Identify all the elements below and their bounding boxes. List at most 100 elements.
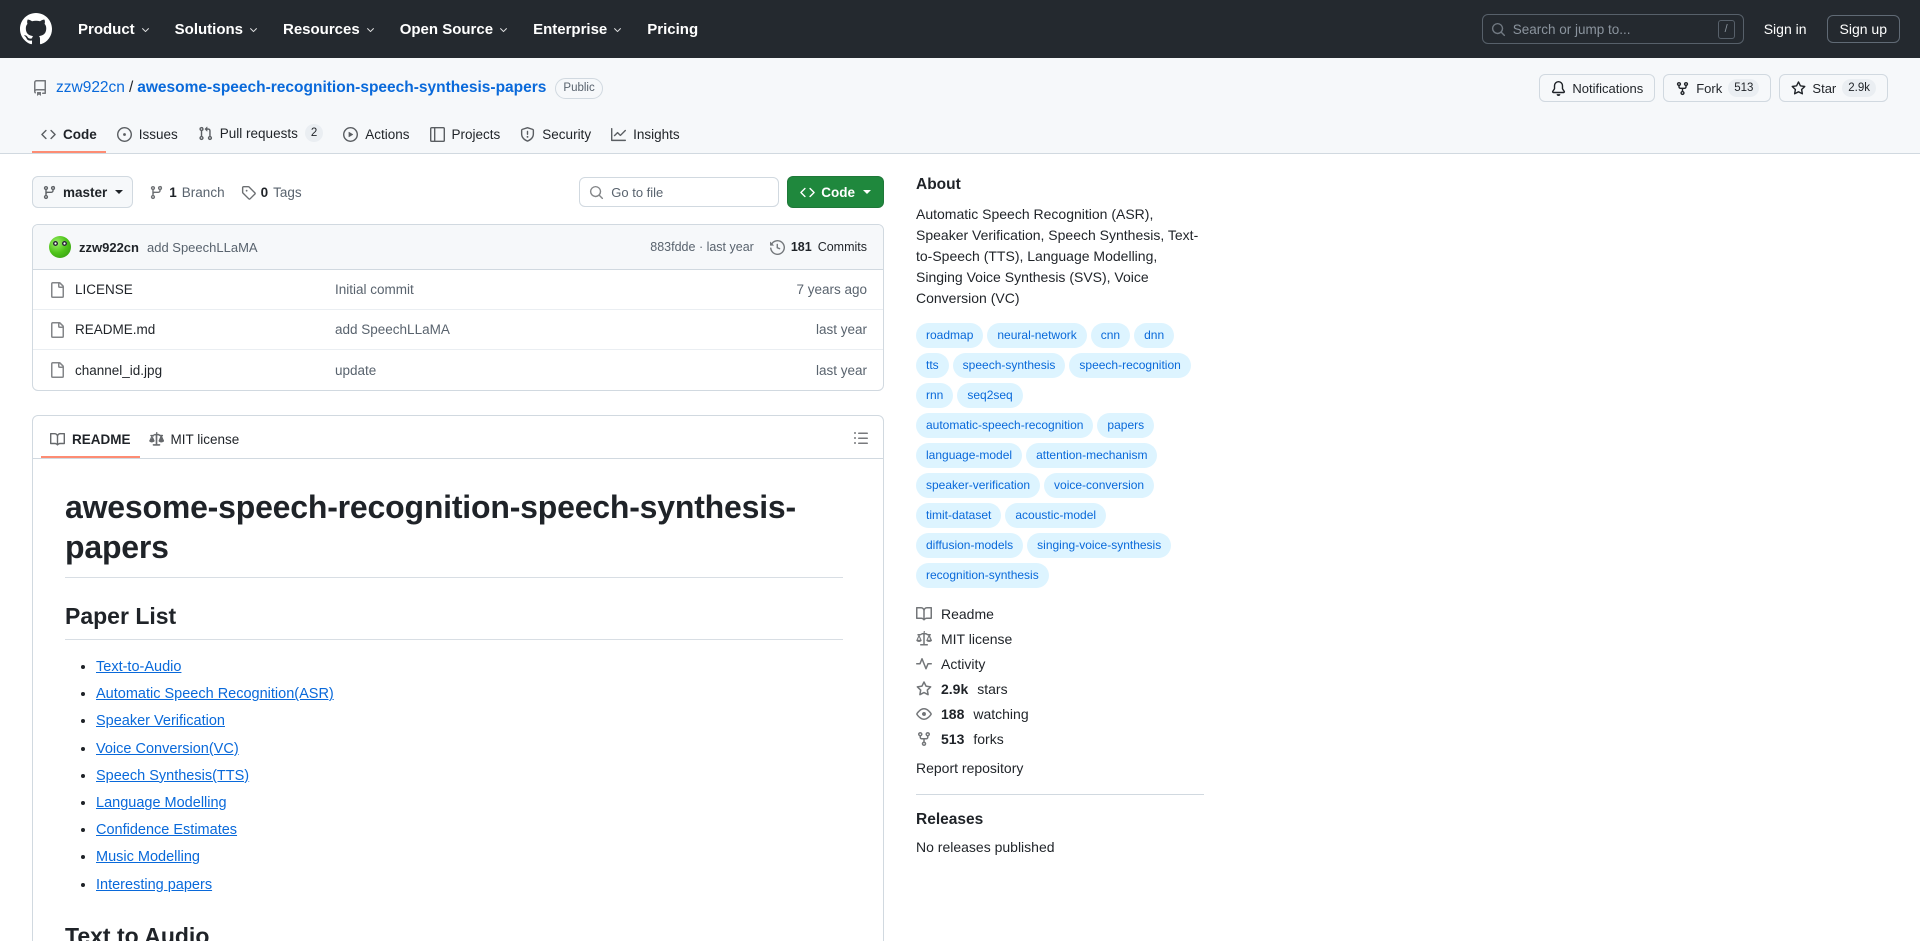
file-name[interactable]: README.md [75,322,335,337]
sidebar-item-license[interactable]: MIT license [916,631,1204,647]
report-repository-link[interactable]: Report repository [916,760,1204,776]
search-input[interactable]: Search or jump to... / [1481,14,1744,44]
paper-link[interactable]: Confidence Estimates [96,822,237,838]
topic-tag[interactable]: rnn [916,383,954,408]
tags-label: Tags [273,184,302,200]
file-name[interactable]: LICENSE [75,282,335,297]
topic-tag[interactable]: speech-recognition [1069,353,1191,378]
tab-mit-license[interactable]: MIT license [140,425,249,458]
nav-item-product[interactable]: Product [66,15,163,44]
tab-label: Projects [451,127,501,142]
paper-link[interactable]: Text-to-Audio [96,659,181,675]
tab-insights[interactable]: Insights [602,119,689,153]
list-item: Voice Conversion(VC) [96,738,843,761]
tab-security[interactable]: Security [511,119,600,153]
topic-tag[interactable]: singing-voice-synthesis [1027,533,1172,558]
topic-tag[interactable]: attention-mechanism [1026,443,1158,468]
paper-link[interactable]: Music Modelling [96,849,200,865]
forks-count: 513 [941,731,965,747]
table-row[interactable]: channel_id.jpg update last year [33,350,883,390]
paper-link[interactable]: Automatic Speech Recognition(ASR) [96,686,334,702]
tab-pull-requests[interactable]: Pull requests 2 [189,116,332,153]
file-commit-time: last year [815,322,867,337]
topic-tag[interactable]: automatic-speech-recognition [916,413,1094,438]
tab-readme[interactable]: README [41,425,140,458]
sidebar-item-label: Activity [941,656,986,672]
tab-code[interactable]: Code [32,119,106,153]
topic-tag[interactable]: acoustic-model [1005,503,1107,528]
paper-link[interactable]: Voice Conversion(VC) [96,741,239,757]
file-commit-message[interactable]: Initial commit [335,282,796,297]
topic-tag[interactable]: diffusion-models [916,533,1024,558]
topic-tag[interactable]: seq2seq [957,383,1023,408]
tags-link[interactable]: 0 Tags [241,185,302,200]
table-row[interactable]: LICENSE Initial commit 7 years ago [33,270,883,310]
about-description: Automatic Speech Recognition (ASR), Spea… [916,206,1199,306]
paper-link[interactable]: Interesting papers [96,877,212,893]
nav-item-solutions[interactable]: Solutions [163,15,271,44]
nav-item-pricing[interactable]: Pricing [635,15,710,44]
branches-link[interactable]: 1 Branch [149,185,225,200]
sidebar-item-label: MIT license [941,631,1013,647]
sidebar-item-stars[interactable]: 2.9k stars [916,681,1204,697]
sidebar-item-activity[interactable]: Activity [916,656,1204,672]
fork-button[interactable]: Fork 513 [1663,74,1772,102]
file-commit-message[interactable]: update [335,363,816,378]
nav-item-resources[interactable]: Resources [271,15,388,44]
topic-tag[interactable]: papers [1097,413,1155,438]
file-commit-message[interactable]: add SpeechLLaMA [335,322,816,337]
topic-tag[interactable]: timit-dataset [916,503,1002,528]
topic-tag[interactable]: dnn [1134,323,1175,348]
tab-issues[interactable]: Issues [108,119,187,153]
readme-tabs: README MIT license [33,416,883,459]
branch-selector[interactable]: master [32,176,134,208]
commits-count-link[interactable]: 181 Commits [769,239,867,255]
avatar[interactable] [49,236,71,258]
law-icon [916,631,932,647]
breadcrumb-separator: / [128,79,134,96]
commit-author[interactable]: zzw922cn [79,240,139,255]
nav-item-enterprise[interactable]: Enterprise [521,15,635,44]
code-download-button[interactable]: Code [787,176,884,208]
paper-link[interactable]: Language Modelling [96,795,227,811]
commit-sha-and-time[interactable]: 883fdde · last year [650,240,754,254]
sidebar-item-forks[interactable]: 513 forks [916,731,1204,747]
file-commit-time: 7 years ago [796,282,867,297]
list-item: Speech Synthesis(TTS) [96,765,843,788]
chevron-down-icon [115,190,124,194]
topic-tag[interactable]: cnn [1090,323,1131,348]
outline-toggle-button[interactable] [847,424,875,452]
tab-projects[interactable]: Projects [421,119,510,153]
topic-tag[interactable]: neural-network [987,323,1087,348]
table-row[interactable]: README.md add SpeechLLaMA last year [33,310,883,350]
nav-item-open-source[interactable]: Open Source [388,15,521,44]
github-logo-icon[interactable] [20,13,52,45]
tags-count: 0 [260,184,269,200]
notifications-button[interactable]: Notifications [1539,74,1656,102]
page-body: master 1 Branch 0 Tags Go to file Code z… [0,154,1920,941]
topic-tag[interactable]: language-model [916,443,1023,468]
commit-message[interactable]: add SpeechLLaMA [147,240,258,255]
topic-tag[interactable]: roadmap [916,323,984,348]
go-to-file-input[interactable]: Go to file [579,177,780,207]
sidebar-item-label: stars [977,681,1008,697]
sign-up-button[interactable]: Sign up [1826,15,1900,43]
tab-actions[interactable]: Actions [334,119,418,153]
topic-tag[interactable]: speech-synthesis [952,353,1066,378]
repo-name-link[interactable]: awesome-speech-recognition-speech-synthe… [137,79,546,97]
list-item: Automatic Speech Recognition(ASR) [96,683,843,706]
paper-link[interactable]: Speech Synthesis(TTS) [96,768,249,784]
repo-owner-link[interactable]: zzw922cn [56,79,125,97]
visibility-badge: Public [555,77,603,99]
sidebar-item-readme[interactable]: Readme [916,606,1204,622]
sign-in-button[interactable]: Sign in [1758,17,1813,41]
file-name[interactable]: channel_id.jpg [75,363,335,378]
topic-tag[interactable]: recognition-synthesis [916,563,1049,588]
paper-link[interactable]: Speaker Verification [96,713,225,729]
topic-tag[interactable]: tts [916,353,949,378]
readme-content: awesome-speech-recognition-speech-synthe… [33,459,883,941]
topic-tag[interactable]: speaker-verification [916,473,1041,498]
star-button[interactable]: Star 2.9k [1779,74,1888,102]
sidebar-item-watching[interactable]: 188 watching [916,706,1204,722]
topic-tag[interactable]: voice-conversion [1044,473,1155,498]
